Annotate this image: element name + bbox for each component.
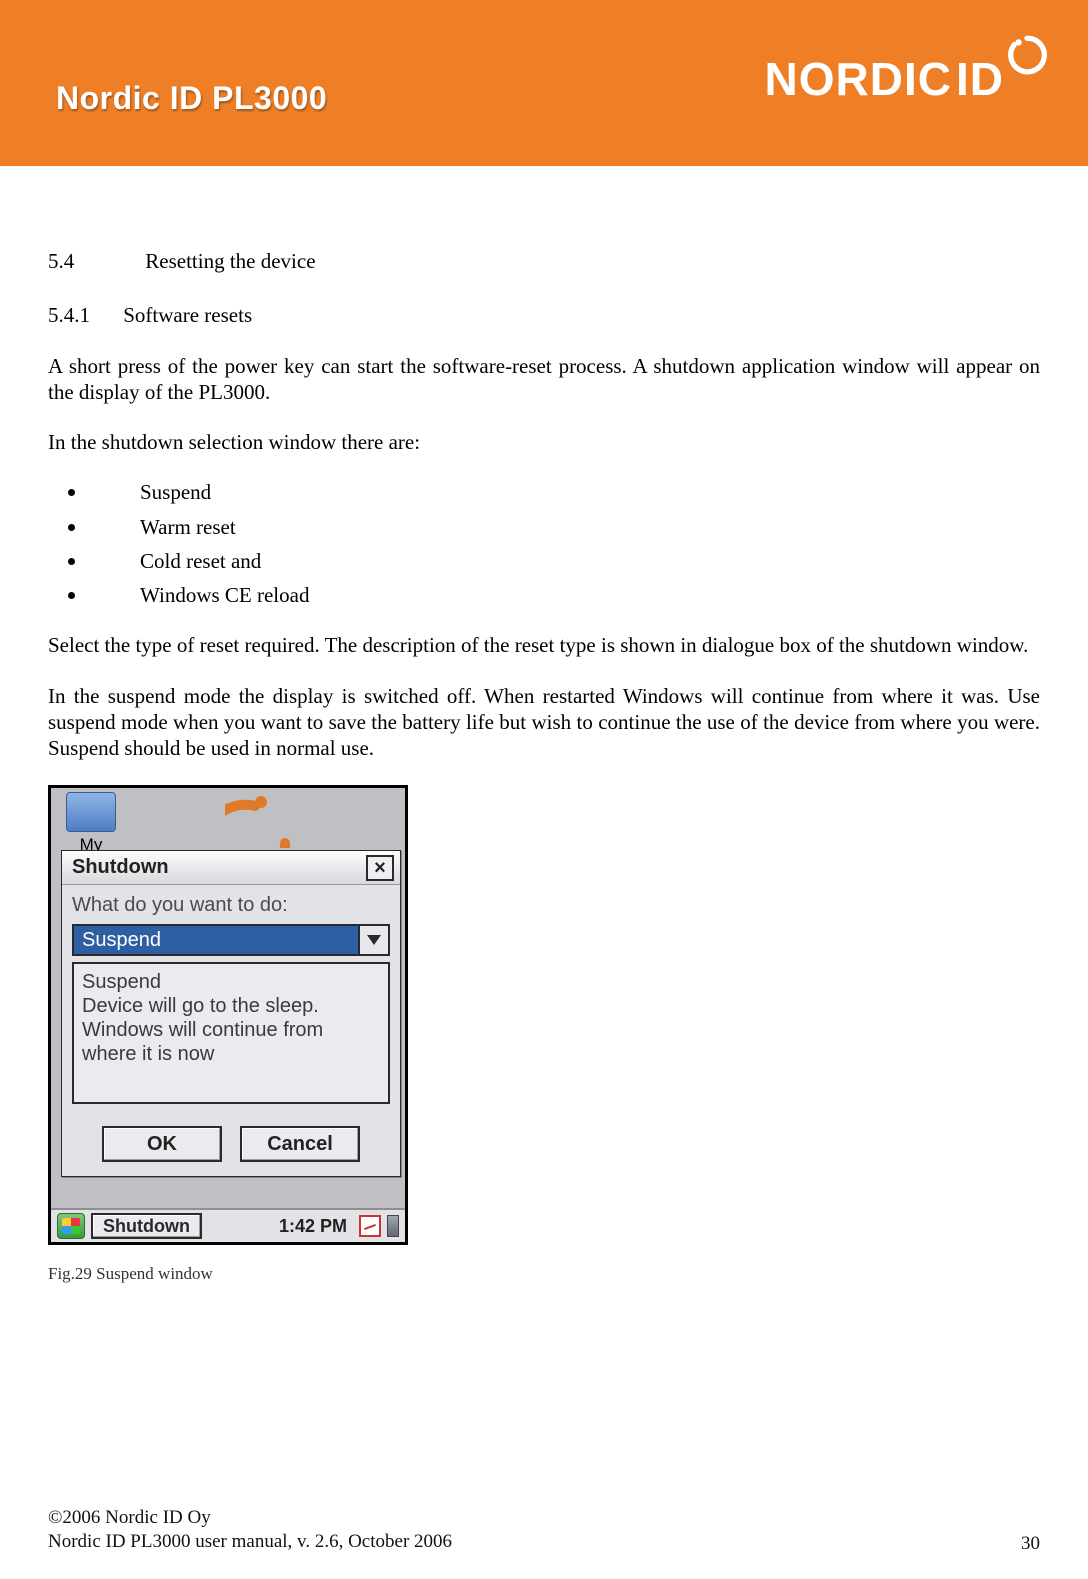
close-icon: × [374,857,386,879]
tray-sip-icon[interactable] [387,1215,399,1237]
description-line: Suspend [82,970,380,994]
close-button[interactable]: × [366,855,394,881]
device-screen: My Shutdown × What do you want to do: [48,785,408,1245]
paragraph-2: In the shutdown selection window there a… [48,429,1040,455]
ok-button[interactable]: OK [102,1126,222,1162]
dialog-titlebar: Shutdown × [62,851,400,885]
bullet-list: Suspend Warm reset Cold reset and Window… [48,479,1040,608]
page-content: 5.4 Resetting the device 5.4.1 Software … [0,166,1088,1285]
figure: My Shutdown × What do you want to do: [48,785,408,1284]
wallpaper-swirl-icon [225,788,345,848]
taskbar: Shutdown 1:42 PM [51,1208,405,1242]
paragraph-3: Select the type of reset required. The d… [48,632,1040,658]
combobox-selected: Suspend [74,926,358,954]
subsection-number: 5.4.1 [48,302,118,328]
description-box: Suspend Device will go to the sleep. Win… [72,962,390,1104]
footer-manual-version: Nordic ID PL3000 user manual, v. 2.6, Oc… [48,1530,452,1555]
brand-suffix: ID [956,52,1004,106]
shutdown-dialog: Shutdown × What do you want to do: Suspe… [61,850,401,1177]
section-title: Resetting the device [145,249,315,273]
product-title: Nordic ID PL3000 [56,80,327,117]
start-button[interactable] [57,1213,85,1239]
taskbar-clock: 1:42 PM [279,1215,347,1238]
list-item: Warm reset [48,514,1040,540]
action-combobox[interactable]: Suspend [72,924,390,956]
subsection-title: Software resets [123,303,252,327]
chevron-down-icon [358,926,388,954]
subsection-heading: 5.4.1 Software resets [48,302,1040,328]
brand-logo: NORDIC ID [765,52,1048,106]
computer-icon [66,792,116,832]
system-tray [359,1215,399,1237]
dialog-title-text: Shutdown [72,855,169,880]
list-item: Cold reset and [48,548,1040,574]
brand-text: NORDIC [765,52,952,106]
section-heading: 5.4 Resetting the device [48,248,1040,274]
list-item: Suspend [48,479,1040,505]
list-item: Windows CE reload [48,582,1040,608]
page-number: 30 [1021,1533,1040,1555]
section-number: 5.4 [48,248,140,274]
description-line: Device will go to the sleep. [82,994,380,1018]
figure-caption: Fig.29 Suspend window [48,1263,408,1284]
paragraph-4: In the suspend mode the display is switc… [48,683,1040,762]
swirl-icon [1006,34,1048,76]
tray-status-icon[interactable] [359,1215,381,1237]
dialog-body: What do you want to do: Suspend Suspend … [62,885,400,1116]
taskbar-app-button[interactable]: Shutdown [91,1213,202,1239]
page-header: Nordic ID PL3000 NORDIC ID [0,0,1088,166]
dialog-button-row: OK Cancel [62,1116,400,1176]
paragraph-1: A short press of the power key can start… [48,353,1040,406]
cancel-button[interactable]: Cancel [240,1126,360,1162]
footer-copyright: ©2006 Nordic ID Oy [48,1506,452,1531]
page-footer: ©2006 Nordic ID Oy Nordic ID PL3000 user… [48,1506,1040,1555]
desktop-icon-my-computer[interactable]: My [61,792,121,855]
description-line: Windows will continue from where it is n… [82,1018,380,1066]
dialog-prompt: What do you want to do: [72,893,390,918]
